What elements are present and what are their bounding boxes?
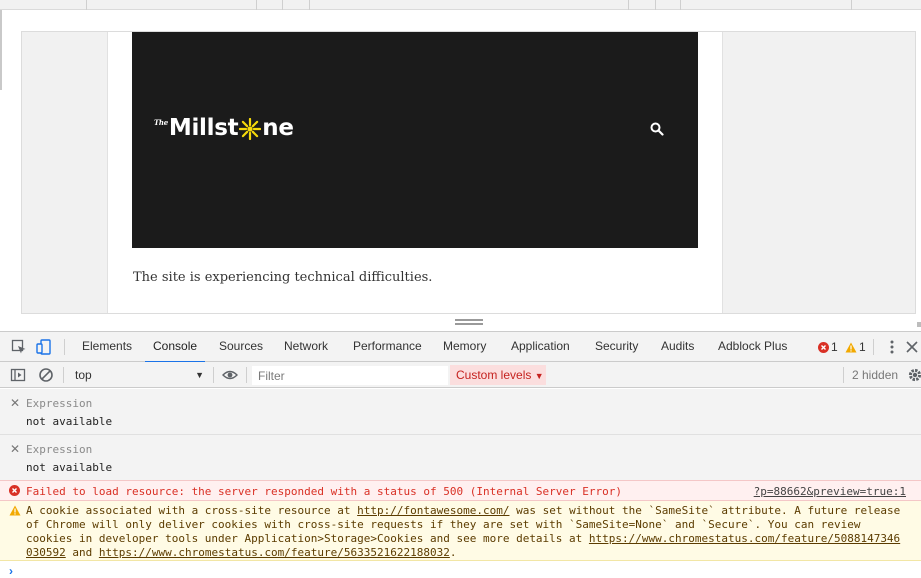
tab-network[interactable]: Network	[284, 332, 328, 362]
tab-audits[interactable]: Audits	[661, 332, 694, 362]
warning-icon	[845, 342, 857, 352]
dropdown-arrow-icon: ▼	[534, 371, 544, 381]
ruler-tick	[86, 0, 87, 10]
tab-application[interactable]: Application	[511, 332, 570, 362]
ruler-tick	[282, 0, 283, 10]
tab-security[interactable]: Security	[595, 332, 638, 362]
ruler-tick	[680, 0, 681, 10]
settings-icon[interactable]	[907, 367, 921, 383]
log-levels-dropdown[interactable]: Custom levels ▼	[450, 365, 546, 385]
filter-input[interactable]	[252, 366, 448, 385]
devtools-resize-handle[interactable]	[455, 319, 483, 327]
devtools-panel: Elements Console Sources Network Perform…	[0, 331, 921, 578]
tab-console[interactable]: Console	[144, 332, 206, 363]
close-icon[interactable]	[904, 339, 920, 355]
left-edge	[0, 10, 2, 90]
console-warning-message: A cookie associated with a cross-site re…	[0, 501, 921, 561]
tab-sources[interactable]: Sources	[219, 332, 263, 362]
console-toolbar: top ▼ Custom levels ▼ 2 hidden	[0, 362, 921, 388]
warning-link[interactable]: http://fontawesome.com/	[357, 504, 509, 517]
inspect-icon[interactable]	[11, 339, 27, 355]
warning-count: 1	[859, 340, 866, 354]
ruler-tick	[628, 0, 629, 10]
toolbar-separator	[64, 339, 65, 355]
context-selector[interactable]: top ▼	[67, 365, 207, 385]
logo-text-part2: ne	[262, 115, 294, 141]
dropdown-arrow-icon: ▼	[195, 370, 204, 380]
warning-icon	[9, 505, 21, 516]
scrollbar-marker	[917, 322, 921, 327]
toolbar-separator	[63, 367, 64, 383]
error-text: Failed to load resource: the server resp…	[26, 485, 623, 498]
page-content: The Millst ne The site is experiencing t…	[107, 32, 723, 313]
site-error-message: The site is experiencing technical diffi…	[133, 270, 433, 285]
error-icon	[818, 341, 829, 353]
tab-elements[interactable]: Elements	[82, 332, 132, 362]
warning-text-part: A cookie associated with a cross-site re…	[26, 504, 358, 517]
toolbar-separator	[213, 367, 214, 383]
live-expression: ✕ Expression not available	[0, 389, 921, 435]
error-icon	[9, 485, 20, 496]
clear-console-icon[interactable]	[38, 367, 54, 383]
toolbar-separator	[873, 339, 874, 355]
expression-value: not available	[26, 461, 113, 474]
console-error-message: Failed to load resource: the server resp…	[0, 480, 921, 501]
toolbar-separator	[843, 367, 844, 383]
site-logo[interactable]: The Millst ne	[154, 115, 294, 141]
ruler-tick	[256, 0, 257, 10]
ruler-tick	[655, 0, 656, 10]
tab-performance[interactable]: Performance	[353, 332, 422, 362]
sidebar-toggle-icon[interactable]	[10, 367, 26, 383]
tab-adblock-plus[interactable]: Adblock Plus	[718, 332, 787, 362]
more-vertical-icon[interactable]	[884, 339, 900, 355]
ruler-tick	[309, 0, 310, 10]
expression-value: not available	[26, 415, 113, 428]
site-header: The Millst ne	[132, 32, 698, 248]
sunburst-icon	[239, 118, 262, 140]
tab-memory[interactable]: Memory	[443, 332, 486, 362]
warning-text: A cookie associated with a cross-site re…	[26, 504, 906, 560]
warning-text-part: and	[65, 546, 99, 559]
warning-counter[interactable]: 1	[845, 340, 866, 354]
error-counter[interactable]: 1	[818, 340, 838, 354]
warning-text-part: .	[449, 546, 457, 559]
expression-label[interactable]: Expression	[26, 397, 92, 410]
ruler-tick	[851, 0, 852, 10]
error-count: 1	[831, 340, 838, 354]
remove-expression-icon[interactable]: ✕	[10, 442, 20, 456]
warning-link[interactable]: https://www.chromestatus.com/feature/563…	[99, 546, 450, 559]
page-viewport: The Millst ne The site is experiencing t…	[21, 31, 916, 314]
logo-prefix: The	[154, 118, 168, 127]
devtools-tabbar: Elements Console Sources Network Perform…	[0, 332, 921, 363]
logo-text-part1: Millst	[168, 115, 239, 141]
error-source-link[interactable]: ?p=88662&preview=true:1	[754, 485, 906, 498]
log-levels-label: Custom levels	[456, 368, 532, 382]
toolbar-separator	[246, 367, 247, 383]
live-expression: ✕ Expression not available	[0, 435, 921, 481]
top-ruler	[0, 0, 921, 10]
remove-expression-icon[interactable]: ✕	[10, 396, 20, 410]
eye-icon[interactable]	[222, 367, 238, 383]
hidden-messages-count[interactable]: 2 hidden	[852, 368, 898, 382]
context-value: top	[75, 368, 92, 382]
search-icon[interactable]	[650, 122, 664, 136]
expression-label[interactable]: Expression	[26, 443, 92, 456]
device-toggle-icon[interactable]	[36, 339, 52, 355]
